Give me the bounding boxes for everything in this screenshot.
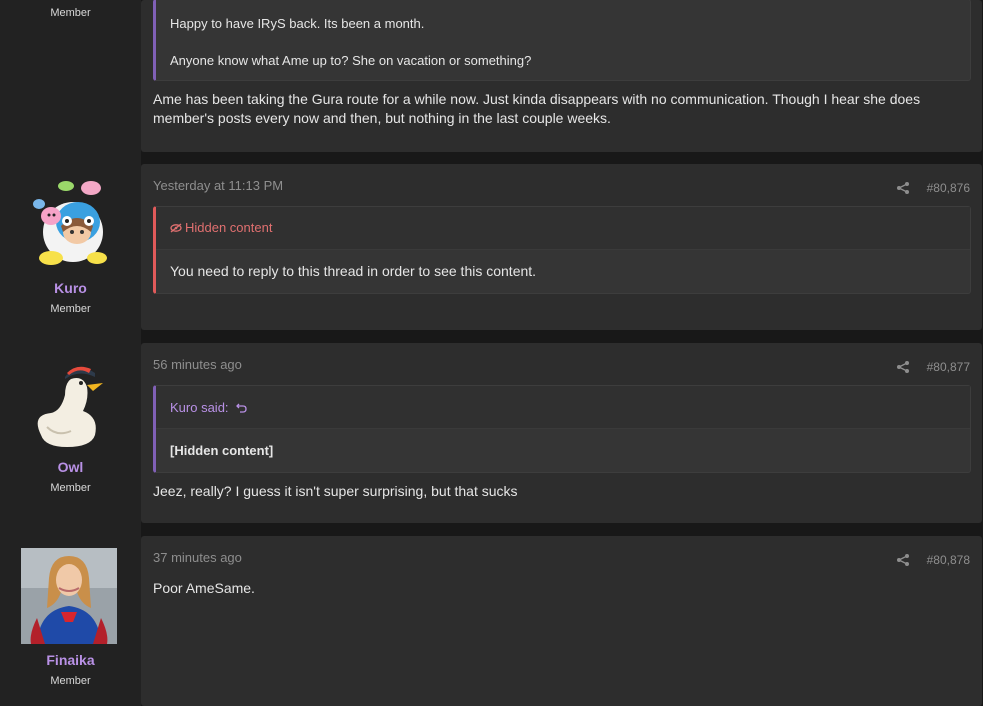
post-body: Jeez, really? I guess it isn't super sur… [153, 483, 518, 499]
hidden-content-label: Hidden content [185, 220, 273, 235]
post-number[interactable]: #80,877 [927, 360, 970, 374]
hidden-content-message: You need to reply to this thread in orde… [170, 263, 537, 279]
user-block-0: Member [0, 7, 141, 19]
user-block-owl: Owl Member [0, 459, 141, 494]
avatar-owl[interactable] [21, 355, 117, 451]
eye-slash-icon [170, 223, 182, 233]
post-number[interactable]: #80,876 [927, 181, 970, 195]
quote-line-2: Anyone know what Ame up to? She on vacat… [170, 53, 532, 68]
user-block-kuro: Kuro Member [0, 280, 141, 315]
post-time[interactable]: 56 minutes ago [153, 357, 242, 372]
return-arrow-icon[interactable] [236, 402, 247, 413]
post-80877: 56 minutes ago #80,877 Kuro said: [Hidde… [141, 343, 982, 523]
user-role: Member [50, 482, 91, 494]
quote-line-1: Happy to have IRyS back. Its been a mont… [170, 16, 425, 31]
username-owl[interactable]: Owl [0, 459, 141, 475]
post-80876: Yesterday at 11:13 PM #80,876 Hidden con… [141, 164, 982, 330]
user-role: Member [50, 675, 91, 687]
post-80878: 37 minutes ago #80,878 Poor AmeSame. [141, 536, 982, 706]
share-icon[interactable] [896, 553, 910, 567]
user-role: Member [50, 7, 91, 19]
post-number[interactable]: #80,878 [927, 553, 970, 567]
post-time[interactable]: Yesterday at 11:13 PM [153, 178, 283, 193]
user-role: Member [50, 303, 91, 315]
user-block-finaika: Finaika Member [0, 652, 141, 687]
post-body: Poor AmeSame. [153, 580, 255, 596]
quote-author[interactable]: Kuro said: [170, 400, 247, 415]
hidden-content-title: Hidden content [170, 220, 272, 235]
avatar-kuro[interactable] [21, 174, 117, 270]
username-finaika[interactable]: Finaika [0, 652, 141, 668]
quote-body: [Hidden content] [170, 443, 274, 458]
post-0: Happy to have IRyS back. Its been a mont… [141, 0, 982, 152]
username-kuro[interactable]: Kuro [0, 280, 141, 296]
share-icon[interactable] [896, 360, 910, 374]
post-time[interactable]: 37 minutes ago [153, 550, 242, 565]
post-body: Ame has been taking the Gura route for a… [153, 91, 921, 126]
hidden-content-header: Hidden content [156, 207, 970, 250]
quote-block: Kuro said: [Hidden content] [153, 385, 971, 473]
quote-author-label: Kuro said: [170, 400, 229, 415]
avatar-finaika[interactable] [21, 548, 117, 644]
quote-block: Happy to have IRyS back. Its been a mont… [153, 0, 971, 81]
hidden-content-block: Hidden content You need to reply to this… [153, 206, 971, 294]
quote-header: Kuro said: [156, 386, 970, 429]
share-icon[interactable] [896, 181, 910, 195]
